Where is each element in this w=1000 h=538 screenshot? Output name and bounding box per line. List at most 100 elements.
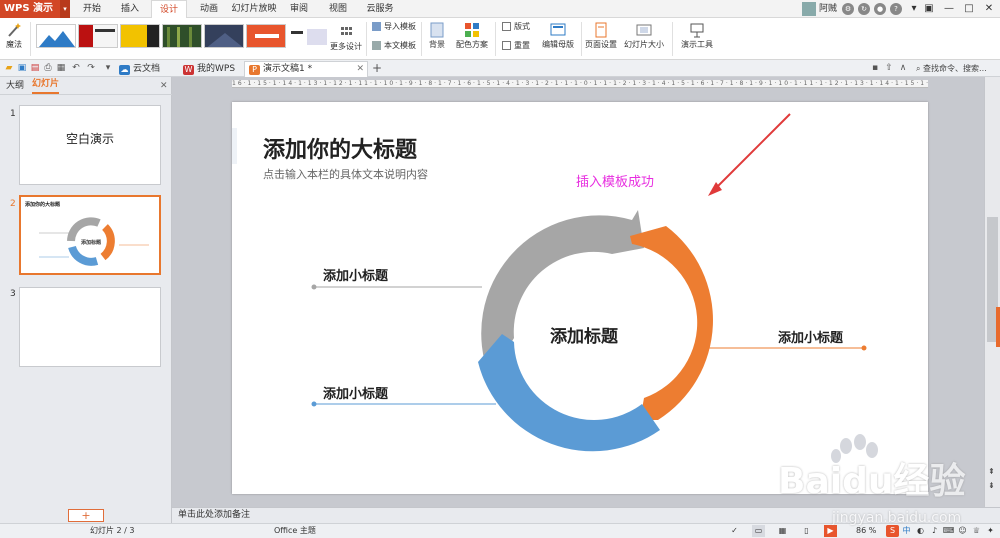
close-icon[interactable]: ✕ <box>356 62 364 77</box>
menu-tab-view[interactable]: 视图 <box>320 0 356 18</box>
cycle-diagram-thumb <box>39 217 149 266</box>
collapse-ribbon-icon[interactable]: ∧ <box>898 63 908 73</box>
reset-label: 重置 <box>514 41 530 50</box>
page-setup-button[interactable]: 页面设置 <box>584 22 618 50</box>
projector-icon <box>690 23 704 38</box>
tab-cloud-docs[interactable]: ☁ 云文档 <box>114 61 176 77</box>
template-thumb-2[interactable] <box>78 24 118 48</box>
tab-outline[interactable]: 大纲 <box>6 77 24 95</box>
tab-label: 演示文稿1 * <box>263 64 313 74</box>
sync-icon[interactable]: ↻ <box>858 3 870 15</box>
close-icon[interactable]: ✕ <box>160 77 168 95</box>
diagram-segment-orange[interactable] <box>630 226 713 420</box>
slide-thumb-3[interactable] <box>19 287 161 367</box>
template-thumb-7[interactable] <box>288 24 328 48</box>
menu-tab-animation[interactable]: 动画 <box>192 0 226 18</box>
menu-tab-home[interactable]: 开始 <box>75 0 109 18</box>
comment-icon[interactable]: ▪ <box>870 63 880 73</box>
presentation-tools-button[interactable]: 演示工具 <box>676 22 718 50</box>
print-icon[interactable]: ⎙ <box>43 63 53 73</box>
slide-size-icon <box>636 24 652 36</box>
diagram-subtitle-1[interactable]: 添加小标题 <box>323 265 388 284</box>
diagram-center-title[interactable]: 添加标题 <box>550 322 618 347</box>
reset-button[interactable]: 重置 <box>502 40 530 51</box>
new-tab-button[interactable]: + <box>372 62 382 74</box>
horizontal-ruler: 16·1·15·1·14·1·13·1·12·1·11·1·10·1·9·1·8… <box>232 80 928 88</box>
app-name: WPS 演示 <box>4 3 54 14</box>
undo-icon[interactable]: ↶ <box>71 63 81 73</box>
text-template-button[interactable]: 本文模板 <box>372 40 416 51</box>
template-thumb-4[interactable] <box>162 24 202 48</box>
reset-icon <box>502 41 511 50</box>
slide-thumb-2[interactable]: 添加你的大标题 添加标题 <box>19 195 161 275</box>
redo-icon[interactable]: ↷ <box>86 63 96 73</box>
palette-icon <box>465 23 479 37</box>
background-button[interactable]: 背景 <box>425 22 449 50</box>
grid-icon <box>341 27 352 35</box>
tab-label: 我的WPS <box>197 64 236 74</box>
connector-dot <box>861 345 867 351</box>
minimize-button[interactable]: — <box>940 1 958 17</box>
search-icon: ⌕ <box>916 64 921 73</box>
search-box[interactable]: ⌕ 查找命令、搜索... <box>916 62 1000 75</box>
settings-icon[interactable]: ⚙ <box>842 3 854 15</box>
app-menu-button[interactable]: WPS 演示 ▾ <box>0 0 70 18</box>
slide-thumb-1[interactable]: 空白演示 <box>19 105 161 185</box>
diagram-subtitle-2[interactable]: 添加小标题 <box>323 383 388 402</box>
import-template-button[interactable]: 导入模板 <box>372 21 416 32</box>
layout-button[interactable]: 版式 <box>502 21 530 32</box>
magic-wand-icon <box>8 23 21 37</box>
template-thumb-1[interactable] <box>36 24 76 48</box>
side-panel-toggle[interactable] <box>996 307 1000 347</box>
magic-label: 魔法 <box>6 40 22 49</box>
save-icon[interactable]: ▣ <box>17 63 27 73</box>
tab-presentation-1[interactable]: P 演示文稿1 * ✕ <box>244 61 368 77</box>
edit-master-button[interactable]: 编辑母版 <box>540 22 576 50</box>
menu-tab-insert[interactable]: 插入 <box>113 0 147 18</box>
menu-tab-review[interactable]: 审阅 <box>282 0 316 18</box>
document-icon <box>372 41 381 50</box>
print-preview-icon[interactable]: ▦ <box>56 63 66 73</box>
color-scheme-button[interactable]: 配色方案 <box>454 22 490 50</box>
add-slide-button[interactable]: + <box>68 509 104 522</box>
background-label: 背景 <box>429 40 445 49</box>
more-design-button[interactable]: 更多设计 <box>330 24 362 52</box>
open-folder-icon[interactable]: ▰ <box>4 63 14 73</box>
spell-check-icon[interactable]: ✓ <box>728 525 741 537</box>
slide-panel: 大纲 幻灯片 ✕ 1 空白演示 2 添加你的大标题 添加标题 3 + <box>0 77 172 523</box>
layout-label: 版式 <box>514 22 530 31</box>
edit-master-label: 编辑母版 <box>542 40 574 49</box>
menu-tab-design[interactable]: 设计 <box>151 0 187 19</box>
chevron-down-icon[interactable]: ▾ <box>60 0 70 18</box>
slide-number: 1 <box>10 109 16 119</box>
slide-size-button[interactable]: 幻灯片大小 <box>620 22 668 50</box>
diagram-segment-blue[interactable] <box>478 334 660 452</box>
tab-my-wps[interactable]: W 我的WPS <box>178 61 244 77</box>
connector-dot <box>311 284 317 290</box>
watermark: Baidu经验 jingyan.baidu.com <box>776 434 996 532</box>
close-button[interactable]: ✕ <box>980 1 998 17</box>
export-pdf-icon[interactable]: ▤ <box>30 63 40 73</box>
template-thumb-6[interactable] <box>246 24 286 48</box>
maximize-button[interactable]: □ <box>960 1 978 17</box>
share-icon[interactable]: ⇧ <box>884 63 894 73</box>
title-bar: WPS 演示 ▾ 开始 插入 设计 动画 幻灯片放映 审阅 视图 云服务 阿贼 … <box>0 0 1000 19</box>
divider <box>421 22 422 56</box>
quick-access-bar: ▰ ▣ ▤ ⎙ ▦ ↶ ↷ ▾ ☁ 云文档 W 我的WPS P 演示文稿1 * … <box>0 60 1000 77</box>
tab-slides[interactable]: 幻灯片 <box>32 77 60 94</box>
menu-tab-cloud[interactable]: 云服务 <box>360 0 400 18</box>
divider <box>495 22 496 56</box>
normal-view-icon[interactable]: ▭ <box>752 525 765 537</box>
menu-tab-slideshow[interactable]: 幻灯片放映 <box>230 0 278 18</box>
user-account[interactable]: 阿贼 <box>802 1 837 17</box>
magic-button[interactable]: 魔法 <box>3 22 25 50</box>
page-setup-icon <box>595 22 607 38</box>
more-design-label: 更多设计 <box>330 42 362 51</box>
diagram-subtitle-3[interactable]: 添加小标题 <box>778 327 843 346</box>
template-thumb-3[interactable] <box>120 24 160 48</box>
chevron-down-icon[interactable]: ▾ <box>103 63 113 73</box>
help-icon[interactable]: ? <box>890 3 902 15</box>
template-thumb-5[interactable] <box>204 24 244 48</box>
skin-icon[interactable]: ● <box>874 3 886 15</box>
restore-window-icon[interactable]: ▣ <box>920 1 938 17</box>
